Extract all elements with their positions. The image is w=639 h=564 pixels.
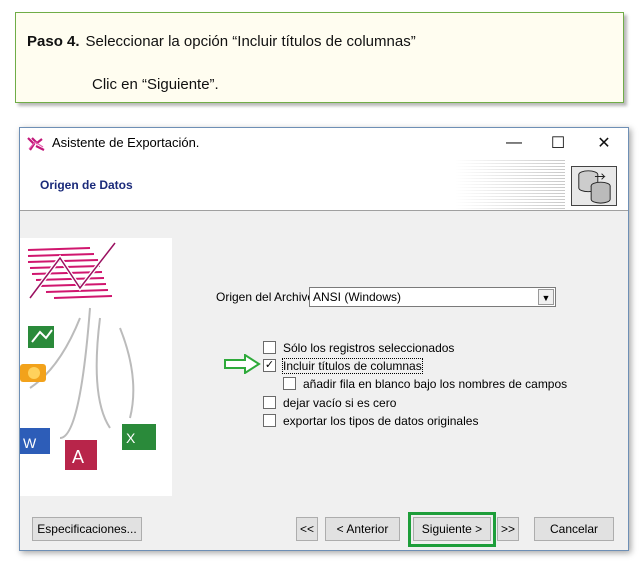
origin-select[interactable]: ANSI (Windows) ▼ bbox=[309, 287, 556, 307]
svg-text:W: W bbox=[23, 435, 37, 451]
checkbox-empty-if-zero[interactable] bbox=[263, 396, 276, 409]
green-arrow-pointer bbox=[224, 354, 261, 374]
excel-icon bbox=[28, 326, 54, 348]
instruction-box: Paso 4. Seleccionar la opción “Incluir tí… bbox=[15, 12, 624, 103]
checkbox-label-blank-row: añadir fila en blanco bajo los nombres d… bbox=[303, 377, 568, 391]
maximize-button[interactable]: ☐ bbox=[536, 128, 580, 158]
checkbox-blank-row[interactable] bbox=[283, 377, 296, 390]
export-wizard-dialog: Asistente de Exportación. — ☐ ✕ Origen d… bbox=[19, 127, 629, 551]
first-button[interactable]: << bbox=[296, 517, 318, 541]
origin-select-value: ANSI (Windows) bbox=[313, 290, 402, 304]
title-bar: Asistente de Exportación. — ☐ ✕ bbox=[20, 128, 628, 158]
step-label: Paso 4. bbox=[27, 33, 80, 50]
origin-label: Origen del Archivo: bbox=[216, 290, 318, 304]
cancel-button[interactable]: Cancelar bbox=[534, 517, 614, 541]
checkbox-label-empty-if-zero: dejar vacío si es cero bbox=[283, 396, 397, 410]
instruction-line-2: Clic en “Siguiente”. bbox=[92, 76, 219, 93]
back-button[interactable]: < Anterior bbox=[325, 517, 400, 541]
wizard-illustration: W A X bbox=[20, 238, 172, 496]
checkbox-label-selected-records: Sólo los registros seleccionados bbox=[283, 341, 455, 355]
last-button[interactable]: >> bbox=[497, 517, 519, 541]
svg-text:A: A bbox=[72, 447, 84, 467]
instruction-text-1: Seleccionar la opción “Incluir títulos d… bbox=[85, 33, 416, 50]
window-title: Asistente de Exportación. bbox=[52, 135, 200, 150]
checkbox-original-types[interactable] bbox=[263, 414, 276, 427]
wizard-header: Origen de Datos bbox=[20, 158, 628, 211]
svg-text:X: X bbox=[126, 430, 136, 446]
checkbox-label-original-types: exportar los tipos de datos originales bbox=[283, 414, 479, 428]
instruction-line-1: Paso 4. Seleccionar la opción “Incluir tí… bbox=[27, 33, 416, 50]
specifications-button[interactable]: Especificaciones... bbox=[32, 517, 142, 541]
chevron-down-icon[interactable]: ▼ bbox=[538, 289, 554, 305]
checkbox-label-include-titles: Incluir títulos de columnas bbox=[282, 358, 423, 374]
header-stripes bbox=[455, 158, 565, 210]
page-title: Origen de Datos bbox=[40, 178, 133, 192]
minimize-button[interactable]: — bbox=[492, 128, 536, 158]
close-button[interactable]: ✕ bbox=[582, 128, 626, 158]
database-export-icon bbox=[571, 166, 617, 206]
next-button-highlight bbox=[408, 512, 496, 547]
checkbox-include-titles[interactable]: ✓ bbox=[263, 359, 276, 372]
app-icon bbox=[27, 137, 45, 151]
checkbox-selected-records[interactable] bbox=[263, 341, 276, 354]
